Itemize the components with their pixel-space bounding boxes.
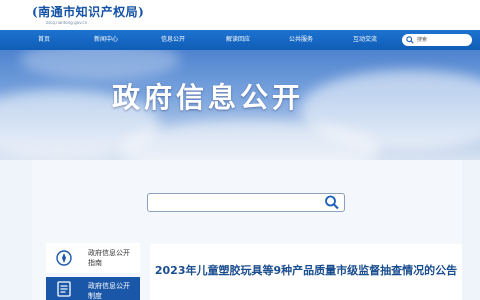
nav-item-interpretation[interactable]: 解读回应 (226, 30, 250, 50)
site-logo[interactable]: (南通市知识产权局) zscq.nantong.gov.cn (32, 3, 144, 25)
sidebar-item-label: 政府信息公开制度 (88, 282, 130, 300)
logo-title: (南通市知识产权局) (32, 5, 145, 19)
site-header: (南通市知识产权局) zscq.nantong.gov.cn (0, 0, 480, 30)
nav-item-info-disclosure[interactable]: 信息公开 (161, 30, 185, 50)
site-search-input[interactable] (147, 193, 345, 212)
compass-icon (56, 250, 72, 266)
nav-search-input[interactable]: 搜索 (402, 34, 472, 46)
nav-item-news[interactable]: 新闻中心 (94, 30, 118, 50)
nav-item-interaction[interactable]: 互动交流 (353, 30, 377, 50)
nav-item-home[interactable]: 首页 (38, 30, 50, 50)
main-nav: 首页 新闻中心 信息公开 解读回应 公共服务 互动交流 搜索 (0, 30, 480, 50)
search-icon[interactable] (324, 195, 340, 210)
sidebar-item-system[interactable]: 政府信息公开制度 (46, 277, 140, 300)
document-list-icon (57, 281, 71, 297)
page-title: 政府信息公开 (112, 81, 305, 114)
nav-item-public-service[interactable]: 公共服务 (289, 30, 313, 50)
sidebar-item-label: 政府信息公开指南 (88, 249, 130, 267)
article-title[interactable]: 2023年儿童塑胶玩具等9种产品质量市级监督抽查情况的公告 (150, 262, 462, 279)
search-icon[interactable] (406, 36, 414, 44)
nav-search-placeholder: 搜索 (417, 37, 428, 43)
logo-subtitle: zscq.nantong.gov.cn (46, 20, 88, 25)
article-card: 2023年儿童塑胶玩具等9种产品质量市级监督抽查情况的公告 (150, 244, 462, 300)
hero-banner: 政府信息公开 (0, 50, 480, 160)
sidebar-item-guide[interactable]: 政府信息公开指南 (46, 243, 140, 273)
